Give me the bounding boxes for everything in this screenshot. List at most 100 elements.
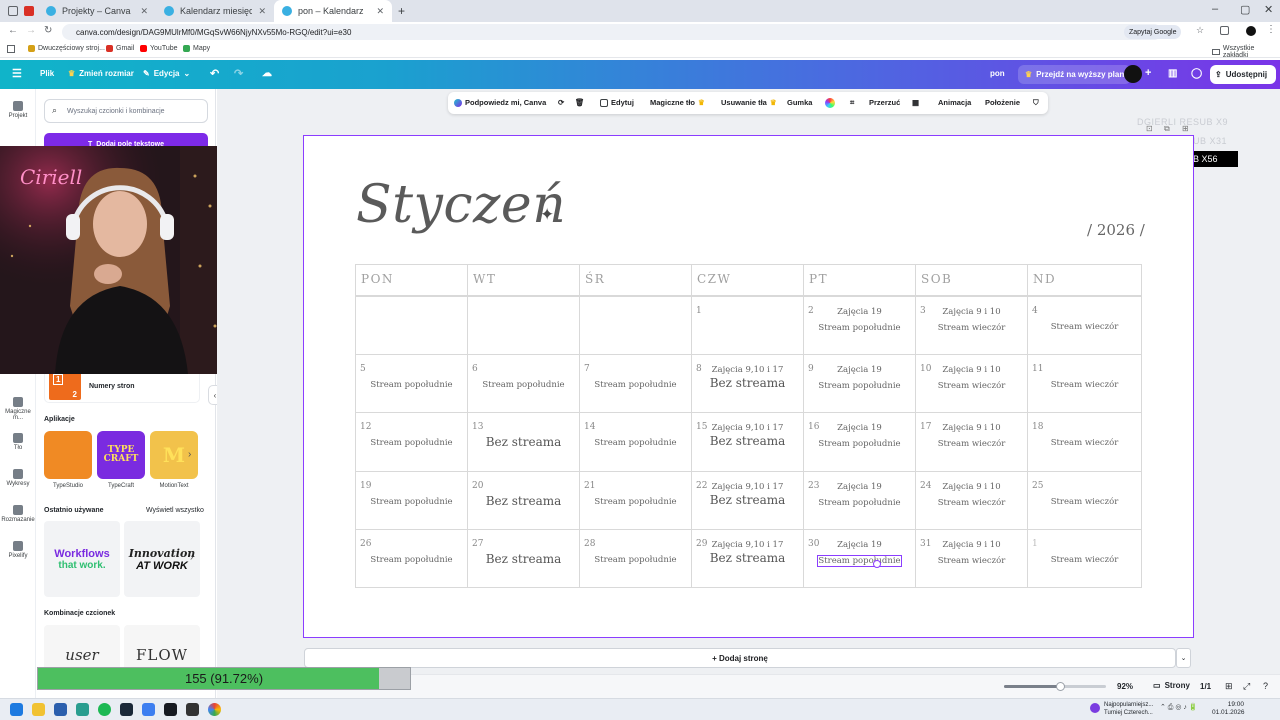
- add-page-icon[interactable]: ⊞: [1182, 124, 1189, 133]
- calendar-entry-text[interactable]: Zajęcia 9,10 i 17: [692, 365, 803, 375]
- upgrade-button[interactable]: ♛ Przejdź na wyższy plan: [1018, 65, 1132, 84]
- editing-mode-button[interactable]: ✎ Edycja ⌄: [143, 69, 190, 78]
- calendar-entry-text[interactable]: Stream popołudnie: [804, 439, 915, 449]
- calendar-day-cell[interactable]: 17 Zajęcia 9 i 10 Stream wieczór: [915, 412, 1028, 472]
- recent-font-card[interactable]: Innovation AT WORK: [124, 521, 200, 597]
- resize-button[interactable]: ♛ Zmień rozmiar: [68, 69, 134, 78]
- file-menu[interactable]: Plik: [40, 69, 54, 78]
- transparency-icon[interactable]: ▦: [912, 98, 919, 107]
- calendar-entry-text[interactable]: Zajęcia 9 i 10: [916, 423, 1027, 433]
- rail-item[interactable]: Magiczne m...: [0, 397, 36, 421]
- month-title[interactable]: Styczeń: [356, 175, 566, 235]
- reload-icon[interactable]: ↻: [44, 25, 52, 36]
- calendar-entry-text[interactable]: Stream wieczór: [916, 498, 1027, 508]
- app-icon[interactable]: [142, 703, 155, 716]
- calendar-day-cell[interactable]: 7 Stream popołudnie: [579, 354, 692, 414]
- calendar-entry-text[interactable]: Zajęcia 19: [804, 365, 915, 375]
- calendar-entry-text[interactable]: Bez streama: [692, 434, 803, 448]
- bookmark-item[interactable]: Mapy: [183, 45, 210, 52]
- zoom-slider[interactable]: [1004, 682, 1106, 691]
- calendar-day-cell[interactable]: 3 Zajęcia 9 i 10 Stream wieczór: [915, 296, 1028, 356]
- new-tab-button[interactable]: +: [398, 4, 405, 18]
- calendar-day-cell[interactable]: 30 Zajęcia 19 Stream popołudnie: [803, 528, 916, 588]
- minimize-icon[interactable]: –: [1212, 3, 1218, 15]
- calendar-entry-text[interactable]: Stream wieczór: [916, 381, 1027, 391]
- duplicate-page-icon[interactable]: ⧉: [1164, 124, 1170, 134]
- animation-button[interactable]: Animacja: [938, 98, 971, 107]
- calendar-day-cell[interactable]: 11 Stream wieczór: [1027, 354, 1142, 414]
- user-avatar[interactable]: [1124, 65, 1142, 83]
- app-tile[interactable]: TYPE CRAFT TypeCraft: [97, 431, 145, 489]
- eraser-button[interactable]: Gumka: [787, 98, 812, 107]
- fullscreen-icon[interactable]: ⤢: [1243, 681, 1250, 692]
- calendar-day-cell[interactable]: 12 Stream popołudnie: [355, 412, 468, 472]
- calendar-entry-text[interactable]: Stream wieczór: [1028, 322, 1141, 332]
- calendar-day-cell[interactable]: 13 Bez streama: [467, 412, 580, 472]
- store-icon[interactable]: [54, 703, 67, 716]
- calendar-day-cell[interactable]: 27 Bez streama: [467, 528, 580, 588]
- calendar-entry-text[interactable]: Stream popołudnie: [580, 438, 691, 448]
- remove-bg-button[interactable]: Usuwanie tła ♛: [721, 98, 777, 107]
- back-icon[interactable]: ←: [8, 25, 18, 36]
- gmail-pinned-icon[interactable]: [24, 6, 34, 16]
- all-bookmarks[interactable]: Wszystkie zakładki: [1212, 45, 1280, 59]
- rail-item[interactable]: Tło: [0, 433, 36, 451]
- color-wheel-icon[interactable]: [825, 98, 835, 108]
- calendar-entry-text[interactable]: Stream popołudnie: [356, 555, 467, 565]
- calendar-entry-text[interactable]: Stream wieczór: [916, 439, 1027, 449]
- crop-icon[interactable]: ⌗: [850, 98, 854, 108]
- ask-google-button[interactable]: Zapytaj Google: [1124, 25, 1182, 39]
- bookmark-star-icon[interactable]: ☆: [1196, 25, 1204, 36]
- edit-button[interactable]: Edytuj: [600, 98, 634, 107]
- suggest-button[interactable]: Podpowiedz mi, Canva: [454, 98, 546, 107]
- calendar-entry-text[interactable]: Zajęcia 19: [804, 482, 915, 492]
- calendar-entry-text[interactable]: Stream wieczór: [1028, 555, 1141, 565]
- steam-icon[interactable]: [120, 703, 133, 716]
- calendar-day-cell[interactable]: 22 Zajęcia 9,10 i 17 Bez streama: [691, 470, 804, 530]
- calendar-entry-text[interactable]: Stream popołudnie: [817, 554, 902, 567]
- apps-scroll-right-icon[interactable]: ›: [188, 449, 191, 460]
- calendar-entry-text[interactable]: Zajęcia 19: [804, 540, 915, 550]
- calendar-day-cell[interactable]: [467, 296, 580, 356]
- calendar-entry-text[interactable]: Zajęcia 19: [804, 423, 915, 433]
- calendar-day-cell[interactable]: 19 Stream popołudnie: [355, 470, 468, 530]
- recent-font-card[interactable]: Workflows that work.: [44, 521, 120, 597]
- tab-close-icon[interactable]: ✕: [140, 6, 148, 17]
- calendar-entry-text[interactable]: Zajęcia 9,10 i 17: [692, 482, 803, 492]
- calendar-entry-text[interactable]: Zajęcia 9 i 10: [916, 540, 1027, 550]
- share-button[interactable]: ⇪ Udostępnij: [1210, 65, 1276, 84]
- rail-item[interactable]: Projekt: [0, 101, 36, 119]
- copy-style-icon[interactable]: ⛉: [1033, 98, 1039, 108]
- insights-chart-icon[interactable]: ▥: [1168, 68, 1177, 79]
- calendar-day-cell[interactable]: 18 Stream wieczór: [1027, 412, 1142, 472]
- app-tile[interactable]: M MotionText: [150, 431, 198, 489]
- comment-icon[interactable]: ◯: [1191, 68, 1202, 79]
- add-page-button[interactable]: + Dodaj stronę: [304, 648, 1176, 668]
- tab-close-icon[interactable]: ✕: [258, 6, 266, 17]
- position-button[interactable]: Położenie: [985, 98, 1020, 107]
- calendar-day-cell[interactable]: 21 Stream popołudnie: [579, 470, 692, 530]
- game-icon[interactable]: [186, 703, 199, 716]
- chrome-icon[interactable]: [208, 703, 221, 716]
- steam-icon[interactable]: [164, 703, 177, 716]
- year-label[interactable]: / 2026 /: [1087, 221, 1145, 239]
- calendar-day-cell[interactable]: 4 Stream wieczór: [1027, 296, 1142, 356]
- calendar-day-cell[interactable]: 6 Stream popołudnie: [467, 354, 580, 414]
- bookmark-item[interactable]: Dwuczęściowy stroj...: [28, 45, 105, 52]
- calendar-entry-text[interactable]: Bez streama: [468, 435, 579, 449]
- calendar-day-cell[interactable]: 9 Zajęcia 19 Stream popołudnie: [803, 354, 916, 414]
- system-tray-icons[interactable]: ⌃ ⎙ ◎ ♪ 🔋: [1160, 703, 1198, 712]
- rail-item[interactable]: Pixelify: [0, 541, 36, 559]
- calendar-entry-text[interactable]: Stream popołudnie: [580, 555, 691, 565]
- apps-grid-icon[interactable]: [7, 45, 15, 53]
- calendar-day-cell[interactable]: [355, 296, 468, 356]
- calendar-entry-text[interactable]: Stream popołudnie: [804, 323, 915, 333]
- calendar-entry-text[interactable]: Bez streama: [468, 552, 579, 566]
- bookmark-item[interactable]: YouTube: [140, 45, 178, 52]
- help-icon[interactable]: ?: [1263, 681, 1268, 691]
- calendar-entry-text[interactable]: Stream popołudnie: [804, 381, 915, 391]
- url-bar[interactable]: canva.com/design/DAG9MUlrMf0/MGqSvW66Njy…: [62, 24, 1162, 40]
- calendar-day-cell[interactable]: 14 Stream popołudnie: [579, 412, 692, 472]
- calendar-day-cell[interactable]: 23 Zajęcia 19 Stream popołudnie: [803, 470, 916, 530]
- calendar-entry-text[interactable]: Zajęcia 9 i 10: [916, 365, 1027, 375]
